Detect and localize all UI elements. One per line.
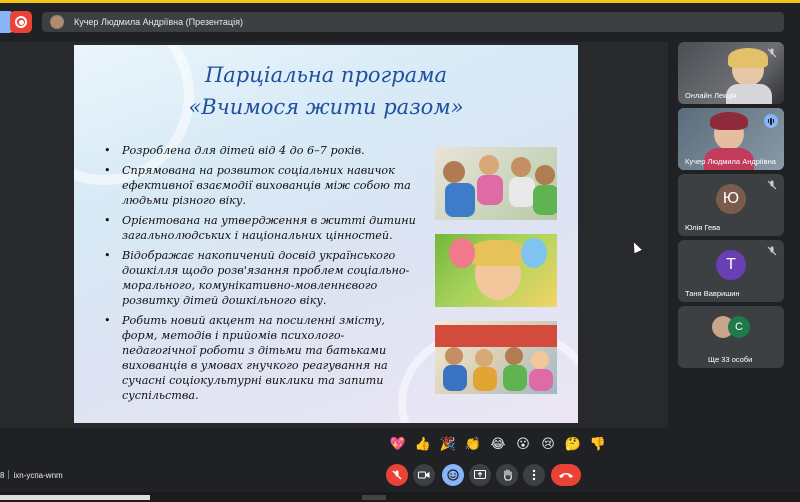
presenter-label: Кучер Людмила Андріївна (Презентація) (74, 17, 243, 27)
slide-bullet: Робить новий акцент на посиленні змісту,… (102, 313, 418, 403)
reaction-heart[interactable]: 💖 (388, 435, 408, 453)
accent-line (0, 0, 800, 3)
camera-icon (418, 471, 430, 479)
reaction-thinking[interactable]: 🤔 (563, 435, 583, 453)
reaction-thumbs-down[interactable]: 👎 (588, 435, 608, 453)
meeting-info: 8 ixn-ycпa-wnm (0, 470, 63, 480)
reactions-bar: 💖 👍 🎉 👏 😂 😮 😢 🤔 👎 (388, 434, 608, 454)
mic-off-icon (392, 470, 402, 480)
slide-title: Парціальна програма (204, 63, 448, 87)
children-group-photo (435, 321, 557, 394)
participant-tile[interactable]: Онлайн Лекція (678, 42, 784, 104)
slide-bullet-list: Розроблена для дітей від 4 до 6–7 років.… (102, 143, 418, 408)
present-screen-button[interactable] (469, 464, 491, 486)
reaction-sad[interactable]: 😢 (538, 435, 558, 453)
reaction-surprised[interactable]: 😮 (513, 435, 533, 453)
mic-off-icon (766, 47, 778, 59)
slide-subtitle: «Вчимося жити разом» (188, 95, 464, 119)
mic-toggle-button[interactable] (386, 464, 408, 486)
children-playing-photo (435, 147, 557, 220)
reaction-party[interactable]: 🎉 (438, 435, 458, 453)
slide-bullet: Орієнтована на утвердження в житті дитин… (102, 213, 418, 243)
mic-off-icon (766, 179, 778, 191)
camera-toggle-button[interactable] (413, 464, 435, 486)
os-taskbar (0, 492, 800, 502)
participant-avatar: С (728, 316, 750, 338)
participant-avatar: Т (716, 250, 746, 280)
participant-avatar: Ю (716, 184, 746, 214)
hang-up-icon (559, 473, 573, 478)
participant-name: Онлайн Лекція (685, 91, 737, 100)
participant-tile-active[interactable]: Кучер Людмила Андріївна (678, 108, 784, 170)
presenter-avatar (50, 15, 64, 29)
meeting-time: 8 (0, 471, 5, 480)
top-bar: Кучер Людмила Андріївна (Презентація) (0, 0, 800, 42)
reaction-clap[interactable]: 👏 (463, 435, 483, 453)
present-icon (474, 469, 486, 479)
raise-hand-button[interactable] (496, 464, 518, 486)
hand-icon (503, 469, 512, 481)
bottom-control-bar: 8 ixn-ycпa-wnm (0, 462, 800, 490)
end-call-button[interactable] (551, 464, 581, 486)
smiley-icon (447, 469, 459, 481)
slide-bullet: Спрямована на розвиток соціальних навичо… (102, 163, 418, 208)
presentation-banner[interactable]: Кучер Людмила Андріївна (Презентація) (42, 12, 784, 32)
participant-tile[interactable]: Ю Юлія Гева (678, 174, 784, 236)
participant-tile[interactable]: Т Таня Вавришин (678, 240, 784, 302)
reaction-laugh[interactable]: 😂 (488, 435, 508, 453)
record-icon[interactable] (10, 11, 32, 33)
slide-bullet: Розроблена для дітей від 4 до 6–7 років. (102, 143, 418, 158)
more-participants-tile[interactable]: С Ще 33 особи (678, 306, 784, 368)
reactions-button[interactable] (442, 464, 464, 486)
speaking-indicator-icon (764, 114, 778, 128)
reaction-thumbs-up[interactable]: 👍 (413, 435, 433, 453)
participant-name: Кучер Людмила Андріївна (685, 157, 776, 166)
mic-off-icon (766, 245, 778, 257)
slide: Парціальна програма «Вчимося жити разом»… (74, 45, 578, 423)
meeting-code: ixn-ycпa-wnm (13, 471, 63, 480)
child-painted-hands-photo (435, 234, 557, 307)
more-vertical-icon (532, 469, 536, 481)
more-options-button[interactable] (523, 464, 545, 486)
participant-name: Таня Вавришин (685, 289, 740, 298)
slide-bullet: Відображає накопичений досвід українсько… (102, 248, 418, 308)
participant-name: Юлія Гева (685, 223, 721, 232)
more-participants-label: Ще 33 особи (708, 355, 753, 364)
participants-sidebar: Онлайн Лекція Кучер Людмила Андріївна Ю … (676, 42, 800, 428)
